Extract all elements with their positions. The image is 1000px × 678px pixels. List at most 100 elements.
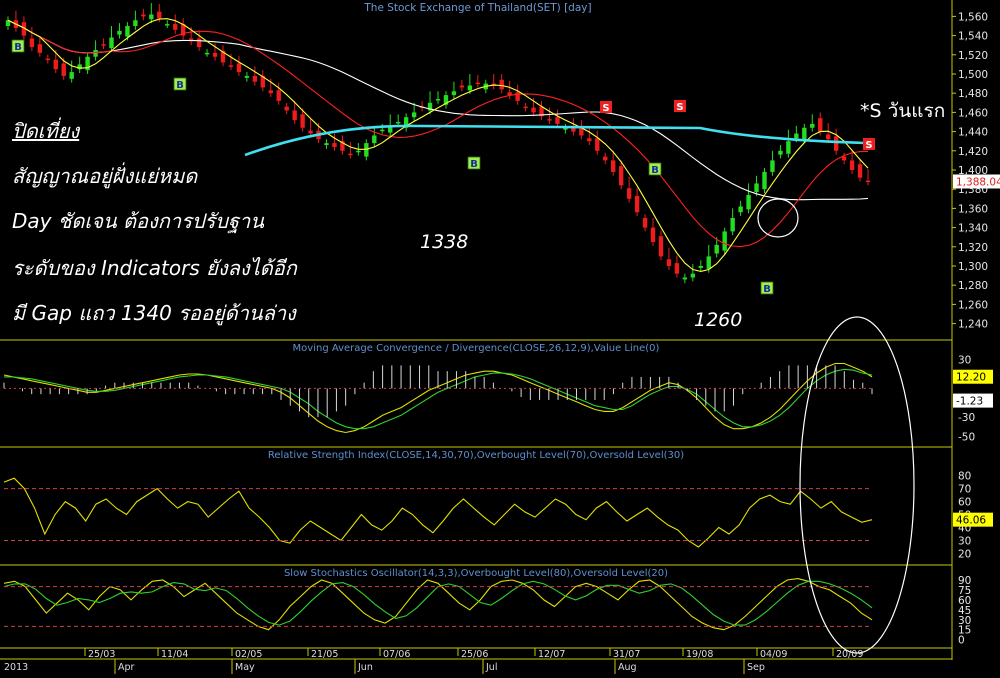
macd-axis-tick-label: -30 <box>958 412 975 424</box>
candle-body <box>770 160 775 172</box>
candle-body <box>515 92 520 101</box>
date-tick-label: 25/06 <box>461 649 488 660</box>
date-tick-label: 11/04 <box>161 649 188 660</box>
candle-body <box>380 129 385 132</box>
candle-body <box>826 134 831 140</box>
candle-body <box>849 160 855 170</box>
buy-signal-label: B <box>14 42 22 53</box>
sell-signal-label: S <box>865 140 872 151</box>
price-axis-tick-label: 1,340 <box>958 223 988 235</box>
note-line-5: มี Gap แถว 1340 รออยู่ด้านล่าง <box>12 301 296 325</box>
candle-body <box>714 244 719 254</box>
candle-body <box>674 263 680 274</box>
candle-body <box>587 138 592 142</box>
month-tick-label: Jun <box>357 662 373 673</box>
candle-body <box>101 44 106 46</box>
price-axis-tick-label: 1,500 <box>958 69 988 81</box>
month-tick-label: Apr <box>118 662 135 673</box>
sell-signal-label: S <box>676 102 683 113</box>
candle-body <box>204 52 210 55</box>
candle-body <box>738 206 743 213</box>
price-axis-tick-label: 1,520 <box>958 50 988 62</box>
candle-body <box>467 85 473 91</box>
candle-body <box>658 236 664 257</box>
date-tick-label: 21/05 <box>311 649 338 660</box>
price-axis-tick-label: 1,360 <box>958 203 988 215</box>
candle-body <box>786 141 791 154</box>
note-line-3: Day ชัดเจน ต้องการปรับฐาน <box>12 209 264 233</box>
last-price-label: 1,388.04 <box>956 176 1000 188</box>
sell-signal-note: *S วันแรก <box>860 100 946 122</box>
candle-body <box>141 14 146 17</box>
candle-body <box>173 24 178 30</box>
rsi-axis-tick-label: 70 <box>958 484 971 496</box>
candle-body <box>682 277 688 280</box>
rsi-panel-title: Relative Strength Index(CLOSE,14,30,70),… <box>268 450 684 461</box>
candle-body <box>650 227 656 242</box>
candle-body <box>252 75 258 82</box>
sell-signal-label: S <box>602 103 609 114</box>
candle-body <box>61 63 66 76</box>
price-axis-tick-label: 1,420 <box>958 146 988 158</box>
price-axis-tick-label: 1,460 <box>958 107 988 119</box>
macd-axis-tick-label: 30 <box>958 355 971 367</box>
price-axis-tick-label: 1,480 <box>958 88 988 100</box>
candle-body <box>762 171 767 190</box>
candle-body <box>794 133 799 139</box>
candle-body <box>324 143 329 146</box>
candle-body <box>244 75 250 78</box>
stochastic-axis-tick-label: 0 <box>958 635 965 647</box>
buy-signal-label: B <box>651 165 659 176</box>
chart-canvas: B B B B B S S S 1,560 1,540 1,520 1,500 1,480 1,460 1… <box>0 0 1000 674</box>
date-tick-label: 04/09 <box>760 649 787 660</box>
candle-body <box>372 135 377 144</box>
date-tick-label: 02/05 <box>235 649 262 660</box>
rsi-value-label: 46.06 <box>956 515 986 527</box>
stock-chart: B B B B B S S S 1,560 1,540 1,520 1,500 1,480 1,460 1… <box>0 0 1000 674</box>
price-axis-tick-label: 1,540 <box>958 31 988 43</box>
month-tick-label: May <box>235 662 255 673</box>
candle-body <box>37 44 43 53</box>
candle-body <box>332 143 337 147</box>
price-axis-tick-label: 1,260 <box>958 299 988 311</box>
candle-body <box>499 79 504 90</box>
price-axis-tick-label: 1,560 <box>958 11 988 23</box>
candle-body <box>642 218 648 228</box>
candle-body <box>802 127 807 140</box>
candle-body <box>459 85 465 88</box>
candle-body <box>356 150 361 153</box>
candle-body <box>706 256 711 269</box>
date-tick-label: 12/07 <box>538 649 565 660</box>
candle-body <box>451 91 457 96</box>
candle-body <box>818 118 823 132</box>
rsi-axis-tick-label: 20 <box>958 549 971 561</box>
candle-body <box>833 136 839 151</box>
price-axis-tick-label: 1,300 <box>958 261 988 273</box>
candle-body <box>125 26 130 37</box>
date-tick-label: 20/09 <box>836 649 863 660</box>
candle-body <box>730 218 735 232</box>
range-marker-1338: 1338 <box>420 231 468 253</box>
candle-body <box>435 98 441 101</box>
candle-body <box>857 164 863 178</box>
candle-body <box>149 14 154 20</box>
candle-body <box>157 11 162 19</box>
candle-body <box>611 160 616 172</box>
candle-body <box>69 72 74 79</box>
rsi-axis-tick-label: 80 <box>958 471 971 483</box>
macd-value-label: 12.20 <box>956 372 986 384</box>
candle-body <box>595 138 600 151</box>
range-marker-1260: 1260 <box>694 309 742 331</box>
month-tick-label: Aug <box>618 662 637 673</box>
month-tick-label: Sep <box>747 662 765 673</box>
candle-body <box>690 273 696 278</box>
date-tick-label: 25/03 <box>88 649 115 660</box>
price-axis-tick-label: 1,440 <box>958 127 988 139</box>
macd-panel-title: Moving Average Convergence / Divergence(… <box>293 343 660 354</box>
candle-body <box>555 117 560 124</box>
candle-body <box>722 231 727 251</box>
buy-signal-label: B <box>763 284 771 295</box>
rsi-axis-tick-label: 30 <box>958 536 971 548</box>
candle-body <box>754 183 759 193</box>
candle-body <box>117 30 122 35</box>
